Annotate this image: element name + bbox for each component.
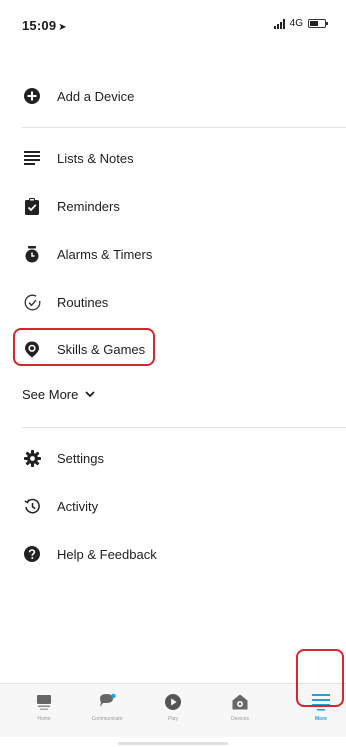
menu-item-label: Lists & Notes	[57, 150, 134, 166]
signal-icon	[273, 18, 285, 29]
menu-item-routines[interactable]: Routines	[0, 282, 346, 322]
nav-label: Home	[37, 716, 51, 722]
menu-item-activity[interactable]: Activity	[0, 486, 346, 526]
clock-text: 15:09	[22, 18, 57, 33]
nav-label: Play	[168, 716, 178, 722]
network-type: 4G	[289, 18, 303, 29]
menu-item-help-feedback[interactable]: Help & Feedback	[0, 534, 346, 574]
chevron-down-icon	[85, 390, 96, 397]
menu-item-label: Activity	[57, 498, 99, 514]
battery-icon	[308, 19, 328, 28]
home-indicator	[118, 742, 228, 745]
gear-icon	[23, 449, 41, 467]
more-highlight-box	[296, 649, 344, 707]
nav-item-communicate[interactable]: Communicate	[76, 684, 138, 738]
see-more-label: See More	[22, 386, 79, 402]
location-arrow-icon: ➤	[58, 22, 67, 33]
skills-highlight-box	[13, 328, 155, 366]
menu-item-label: Alarms & Timers	[57, 246, 153, 262]
menu-item-add-device[interactable]: Add a Device	[0, 76, 346, 116]
menu-item-label: Help & Feedback	[57, 546, 157, 562]
menu-item-label: Routines	[57, 294, 109, 310]
nav-item-play[interactable]: Play	[142, 684, 204, 738]
status-bar: 15:09 ➤ 4G	[0, 0, 346, 48]
nav-label: Communicate	[91, 716, 123, 722]
nav-item-home[interactable]: Home	[13, 684, 75, 738]
bottom-nav: Home Communicate Play Devices More	[0, 683, 346, 737]
home-icon	[34, 692, 54, 712]
history-icon	[23, 497, 41, 515]
divider	[22, 127, 346, 128]
menu-item-label: Settings	[57, 450, 104, 466]
nav-label: Devices	[231, 716, 249, 722]
list-icon	[23, 149, 41, 167]
nav-item-devices[interactable]: Devices	[209, 684, 271, 738]
play-icon	[163, 692, 183, 712]
menu-item-label: Reminders	[57, 198, 120, 214]
menu-item-lists-notes[interactable]: Lists & Notes	[0, 138, 346, 178]
plus-circle-icon	[23, 87, 41, 105]
menu-item-reminders[interactable]: Reminders	[0, 186, 346, 226]
menu-item-alarms-timers[interactable]: Alarms & Timers	[0, 234, 346, 274]
divider	[22, 427, 346, 428]
routine-check-icon	[23, 293, 41, 311]
alarm-clock-icon	[23, 245, 41, 263]
chat-bubble-icon	[97, 692, 117, 712]
menu-item-label: Add a Device	[57, 88, 135, 104]
clipboard-check-icon	[23, 197, 41, 215]
see-more-toggle[interactable]: See More	[22, 379, 142, 409]
status-right: 4G	[273, 18, 328, 29]
nav-label: More	[315, 716, 327, 722]
help-icon	[23, 545, 41, 563]
menu-item-settings[interactable]: Settings	[0, 438, 346, 478]
status-time: 15:09 ➤	[22, 18, 67, 33]
devices-icon	[230, 692, 250, 712]
